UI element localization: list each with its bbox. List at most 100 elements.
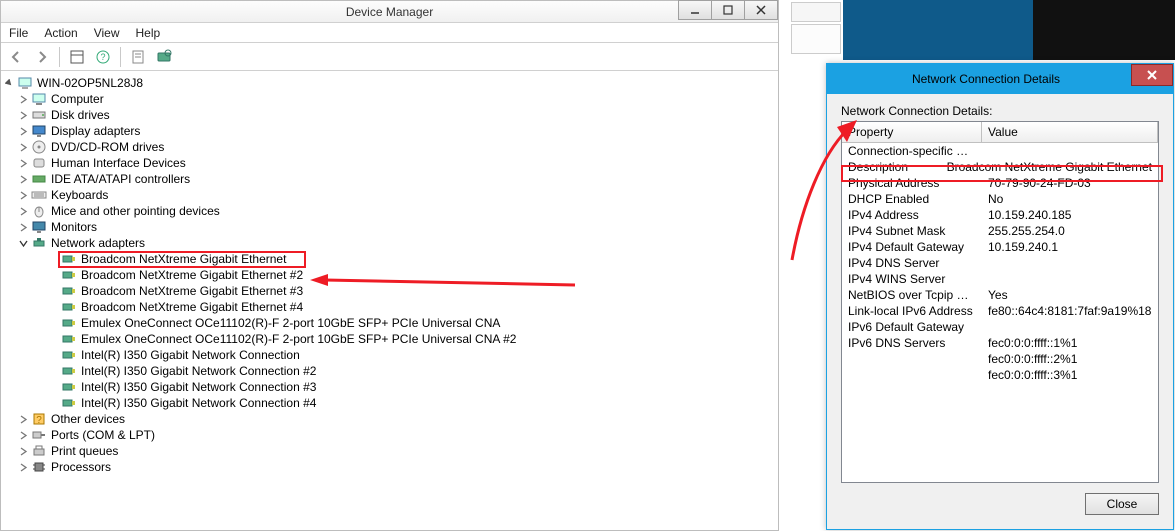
ncd-row[interactable]: IPv4 DNS Server (842, 255, 1158, 271)
menu-action[interactable]: Action (44, 26, 77, 40)
tree-category-hid[interactable]: Human Interface Devices (3, 155, 776, 171)
ncd-value (982, 255, 1158, 271)
ncd-row[interactable]: IPv6 DNS Serversfec0:0:0:ffff::1%1 (842, 335, 1158, 351)
device-manager-titlebar[interactable]: Device Manager (1, 1, 778, 23)
tree-item-network-adapter[interactable]: Broadcom NetXtreme Gigabit Ethernet (3, 251, 776, 267)
tree-category-dvd[interactable]: DVD/CD-ROM drives (3, 139, 776, 155)
network-adapter-icon (61, 347, 77, 363)
tree-item-network-adapter[interactable]: Intel(R) I350 Gigabit Network Connection… (3, 395, 776, 411)
tree-category-ports[interactable]: Ports (COM & LPT) (3, 427, 776, 443)
tree-category-display[interactable]: Display adapters (3, 123, 776, 139)
expand-placeholder (47, 333, 59, 345)
ncd-header-value[interactable]: Value (982, 122, 1158, 142)
ncd-value: fec0:0:0:ffff::2%1 (982, 351, 1158, 367)
tree-item-network-adapter[interactable]: Broadcom NetXtreme Gigabit Ethernet #3 (3, 283, 776, 299)
tree-item-network-adapter[interactable]: Broadcom NetXtreme Gigabit Ethernet #2 (3, 267, 776, 283)
expand-icon[interactable] (17, 445, 29, 457)
mice-icon (31, 203, 47, 219)
tree-category-print[interactable]: Print queues (3, 443, 776, 459)
tree-item-network-adapter[interactable]: Intel(R) I350 Gigabit Network Connection… (3, 379, 776, 395)
tree-category-computer[interactable]: Computer (3, 91, 776, 107)
toolbar-show-hidden-button[interactable] (66, 46, 88, 68)
ports-icon (31, 427, 47, 443)
expand-placeholder (47, 269, 59, 281)
background-remnant-box (791, 2, 841, 22)
ncd-row[interactable]: IPv4 Subnet Mask255.255.254.0 (842, 223, 1158, 239)
tree-category-processors[interactable]: Processors (3, 459, 776, 475)
device-manager-menubar: File Action View Help (1, 23, 778, 43)
network-adapter-icon (61, 267, 77, 283)
ncd-titlebar[interactable]: Network Connection Details (827, 64, 1173, 94)
ncd-row[interactable]: Connection-specific DN... (842, 143, 1158, 159)
network-adapter-icon (61, 331, 77, 347)
tree-root[interactable]: WIN-02OP5NL28J8 (3, 75, 776, 91)
tree-item-label: Intel(R) I350 Gigabit Network Connection… (81, 395, 316, 411)
tree-item-network-adapter[interactable]: Intel(R) I350 Gigabit Network Connection (3, 347, 776, 363)
toolbar-back-button[interactable] (5, 46, 27, 68)
tree-item-label: Intel(R) I350 Gigabit Network Connection (81, 347, 300, 363)
tree-item-network-adapter[interactable]: Emulex OneConnect OCe11102(R)-F 2-port 1… (3, 331, 776, 347)
tree-item-label: Intel(R) I350 Gigabit Network Connection… (81, 363, 316, 379)
tree-category-disk[interactable]: Disk drives (3, 107, 776, 123)
ncd-row[interactable]: NetBIOS over Tcpip En...Yes (842, 287, 1158, 303)
expand-icon[interactable] (17, 125, 29, 137)
ncd-row[interactable]: IPv4 Default Gateway10.159.240.1 (842, 239, 1158, 255)
close-button[interactable] (744, 0, 778, 20)
ncd-row[interactable]: DescriptionBroadcom NetXtreme Gigabit Et… (842, 159, 1158, 175)
ncd-list-header: Property Value (842, 122, 1158, 143)
tree-category-monitors[interactable]: Monitors (3, 219, 776, 235)
ncd-list[interactable]: Property Value Connection-specific DN...… (841, 121, 1159, 483)
minimize-button[interactable] (678, 0, 712, 20)
ncd-row[interactable]: IPv6 Default Gateway (842, 319, 1158, 335)
monitors-icon (31, 219, 47, 235)
network-adapter-icon (61, 395, 77, 411)
toolbar-scan-button[interactable] (153, 46, 175, 68)
expand-icon[interactable] (17, 429, 29, 441)
tree-category-label: IDE ATA/ATAPI controllers (51, 171, 190, 187)
toolbar-forward-button[interactable] (31, 46, 53, 68)
expand-icon[interactable] (17, 205, 29, 217)
expand-placeholder (47, 397, 59, 409)
expand-icon[interactable] (17, 237, 29, 249)
maximize-button[interactable] (711, 0, 745, 20)
tree-category-mice[interactable]: Mice and other pointing devices (3, 203, 776, 219)
ncd-row[interactable]: fec0:0:0:ffff::2%1 (842, 351, 1158, 367)
tree-item-network-adapter[interactable]: Broadcom NetXtreme Gigabit Ethernet #4 (3, 299, 776, 315)
ncd-row[interactable]: fec0:0:0:ffff::3%1 (842, 367, 1158, 383)
device-tree[interactable]: WIN-02OP5NL28J8 ComputerDisk drivesDispl… (1, 71, 778, 530)
tree-category-other[interactable]: ?Other devices (3, 411, 776, 427)
ncd-value: No (982, 191, 1158, 207)
ncd-row[interactable]: DHCP EnabledNo (842, 191, 1158, 207)
toolbar-properties-button[interactable] (127, 46, 149, 68)
expand-icon[interactable] (3, 77, 15, 89)
expand-icon[interactable] (17, 413, 29, 425)
expand-icon[interactable] (17, 173, 29, 185)
ncd-close-dialog-button[interactable]: Close (1085, 493, 1159, 515)
ncd-property: IPv4 Address (842, 207, 982, 223)
expand-icon[interactable] (17, 109, 29, 121)
tree-item-network-adapter[interactable]: Emulex OneConnect OCe11102(R)-F 2-port 1… (3, 315, 776, 331)
tree-category-network[interactable]: Network adapters (3, 235, 776, 251)
expand-icon[interactable] (17, 221, 29, 233)
ncd-header-property[interactable]: Property (842, 122, 982, 142)
ncd-row[interactable]: Physical Address70-79-90-24-FD-03 (842, 175, 1158, 191)
menu-file[interactable]: File (9, 26, 28, 40)
tree-category-label: Print queues (51, 443, 118, 459)
expand-icon[interactable] (17, 93, 29, 105)
tree-category-keyboards[interactable]: Keyboards (3, 187, 776, 203)
expand-icon[interactable] (17, 157, 29, 169)
tree-category-ide[interactable]: IDE ATA/ATAPI controllers (3, 171, 776, 187)
ncd-property: IPv6 Default Gateway (842, 319, 982, 335)
menu-help[interactable]: Help (136, 26, 161, 40)
ncd-close-button[interactable] (1131, 64, 1173, 86)
expand-icon[interactable] (17, 141, 29, 153)
ncd-row[interactable]: IPv4 WINS Server (842, 271, 1158, 287)
ncd-row[interactable]: Link-local IPv6 Addressfe80::64c4:8181:7… (842, 303, 1158, 319)
expand-icon[interactable] (17, 189, 29, 201)
ncd-row[interactable]: IPv4 Address10.159.240.185 (842, 207, 1158, 223)
expand-icon[interactable] (17, 461, 29, 473)
computer-icon (17, 75, 33, 91)
tree-item-network-adapter[interactable]: Intel(R) I350 Gigabit Network Connection… (3, 363, 776, 379)
menu-view[interactable]: View (94, 26, 120, 40)
toolbar-help-button[interactable]: ? (92, 46, 114, 68)
